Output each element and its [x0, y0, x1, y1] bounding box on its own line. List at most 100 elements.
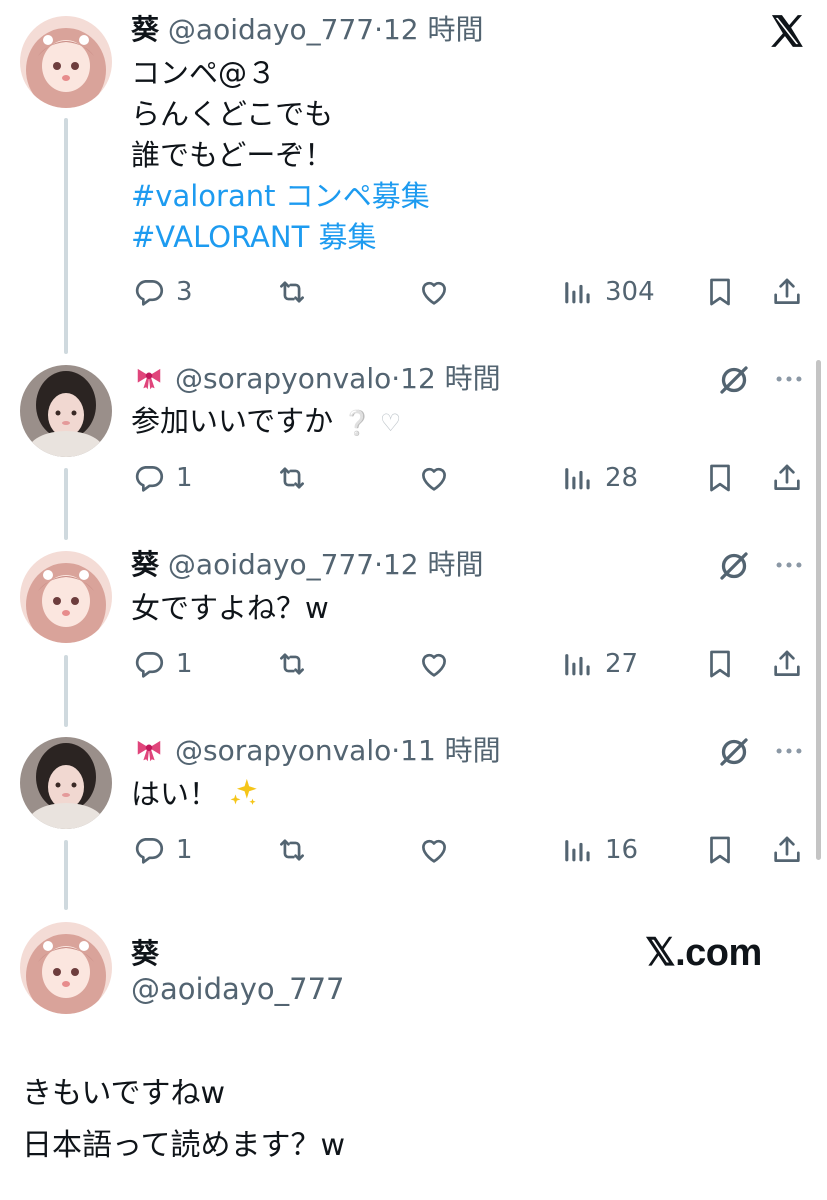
tweet-text: はい！ [131, 774, 261, 815]
avatar[interactable] [20, 551, 112, 643]
bookmark-icon [703, 461, 737, 495]
user-handle[interactable]: @aoidayo_777 [131, 972, 345, 1006]
share-button[interactable] [770, 458, 804, 498]
more-icon[interactable] [772, 734, 806, 772]
like-button[interactable] [417, 830, 451, 870]
bookmark-button[interactable] [703, 644, 737, 684]
share-button[interactable] [770, 830, 804, 870]
retweet-icon [275, 275, 309, 309]
ribbon-icon [131, 734, 167, 764]
timestamp[interactable]: 12 時間 [400, 362, 501, 395]
views-count: 304 [605, 277, 655, 307]
bookmark-button[interactable] [703, 458, 737, 498]
user-handle[interactable]: @sorapyonvalo [175, 362, 391, 395]
reply-count: 3 [176, 277, 193, 307]
separator: · [391, 734, 401, 767]
avatar[interactable] [20, 365, 112, 457]
views-count: 27 [605, 649, 639, 679]
tweet-text: 女ですよね？w [131, 588, 329, 629]
avatar[interactable] [20, 737, 112, 829]
user-handle[interactable]: @aoidayo_777 [168, 13, 374, 46]
scrollbar[interactable] [816, 360, 821, 860]
display-name[interactable]: 葵 [131, 548, 159, 581]
bookmark-icon [703, 833, 737, 867]
tweet-header: @sorapyonvalo·11 時間 [131, 734, 501, 768]
separator: · [391, 362, 401, 395]
grok-icon[interactable] [716, 362, 752, 402]
text-line: 日本語って読めます？w [22, 1128, 346, 1163]
retweet-icon [275, 647, 309, 681]
hashtag-link[interactable]: #valorant コンペ募集 [131, 176, 430, 217]
text-line: らんくどこでも [131, 97, 334, 131]
like-icon [417, 461, 451, 495]
like-button[interactable] [417, 458, 451, 498]
timestamp[interactable]: 11 時間 [400, 734, 501, 767]
thread-line [64, 118, 68, 354]
reply-count: 1 [176, 463, 193, 493]
text-line: コンペ@３ [131, 56, 277, 90]
bookmark-button[interactable] [703, 272, 737, 312]
reply-button[interactable]: 1 [132, 830, 193, 870]
separator: · [374, 13, 383, 46]
retweet-icon [275, 833, 309, 867]
avatar[interactable] [20, 922, 112, 1014]
reply-button[interactable]: 1 [132, 458, 193, 498]
text-content: 参加いいですか [131, 404, 334, 438]
text-line: きもいですねw [22, 1076, 226, 1111]
text-content: 女ですよね？w [131, 591, 329, 625]
sparkles-icon [230, 778, 257, 805]
tweet-header: 葵 @aoidayo_777·12 時間 [131, 13, 484, 47]
display-name[interactable]: 葵 [131, 13, 159, 46]
timestamp[interactable]: 12 時間 [383, 548, 484, 581]
x-logo-icon[interactable] [768, 12, 806, 50]
user-handle[interactable]: @aoidayo_777 [168, 548, 374, 581]
views-icon [561, 647, 595, 681]
tweet-text: 参加いいですか ❔ ♡ [131, 401, 401, 444]
emoji-suffix: ❔ ♡ [342, 409, 402, 437]
reply-button[interactable]: 1 [132, 644, 193, 684]
display-name[interactable]: 葵 [131, 932, 159, 972]
retweet-button[interactable] [275, 830, 309, 870]
retweet-button[interactable] [275, 644, 309, 684]
action-bar: 1 27 [0, 644, 827, 684]
like-button[interactable] [417, 272, 451, 312]
views-icon [561, 833, 595, 867]
share-icon [770, 275, 804, 309]
reply-icon [132, 647, 166, 681]
retweet-button[interactable] [275, 458, 309, 498]
views-button[interactable]: 27 [561, 644, 638, 684]
hashtag-link[interactable]: #VALORANT 募集 [131, 217, 430, 258]
views-button[interactable]: 28 [561, 458, 638, 498]
share-button[interactable] [770, 272, 804, 312]
like-button[interactable] [417, 644, 451, 684]
brand-watermark: 𝕏.com [645, 932, 762, 974]
views-button[interactable]: 16 [561, 830, 638, 870]
share-icon [770, 833, 804, 867]
reply-count: 1 [176, 835, 193, 865]
like-icon [417, 833, 451, 867]
tweet-header: 葵 @aoidayo_777·12 時間 [131, 548, 484, 582]
grok-icon[interactable] [716, 734, 752, 774]
share-icon [770, 647, 804, 681]
bookmark-icon [703, 647, 737, 681]
action-bar: 1 16 [0, 830, 827, 870]
post-text: きもいですねw 日本語って読めます？w [22, 1068, 345, 1172]
separator: · [374, 548, 383, 581]
retweet-button[interactable] [275, 272, 309, 312]
reply-button[interactable]: 3 [132, 272, 193, 312]
text-content: はい！ [131, 777, 219, 811]
text-line: 誰でもどーぞ！ [131, 138, 334, 172]
grok-icon[interactable] [716, 548, 752, 588]
retweet-icon [275, 461, 309, 495]
more-icon[interactable] [772, 362, 806, 400]
more-icon[interactable] [772, 548, 806, 586]
avatar[interactable] [20, 16, 112, 108]
share-button[interactable] [770, 644, 804, 684]
user-handle[interactable]: @sorapyonvalo [175, 734, 391, 767]
reply-icon [132, 275, 166, 309]
timestamp[interactable]: 12 時間 [383, 13, 484, 46]
views-button[interactable]: 304 [561, 272, 655, 312]
ribbon-icon [131, 362, 167, 392]
bookmark-button[interactable] [703, 830, 737, 870]
reply-icon [132, 461, 166, 495]
